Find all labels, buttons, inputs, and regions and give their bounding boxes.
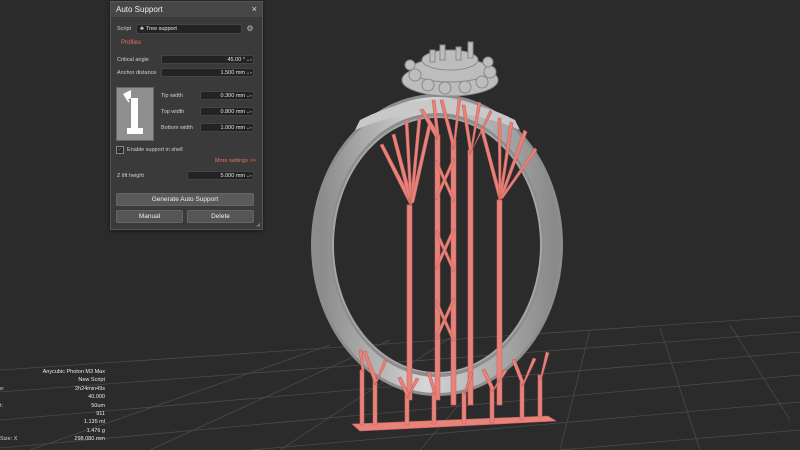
panel-titlebar[interactable]: Auto Support ×: [111, 2, 262, 17]
top-width-label: Top width: [161, 109, 185, 115]
resize-grip-icon[interactable]: ◢: [256, 222, 260, 228]
tip-width-input[interactable]: 0.300 mm ▲▼: [200, 91, 254, 100]
bottom-width-label: Bottom width: [161, 125, 193, 131]
info-value: 298.080 mm: [74, 436, 105, 443]
critical-angle-input[interactable]: 45.00 ° ▲▼: [161, 55, 254, 64]
support-diagram-icon: [116, 87, 154, 141]
info-row: Anycubic Photon M3 Max: [0, 369, 105, 377]
spinner-icon[interactable]: ▲▼: [247, 69, 253, 77]
top-width-value: 0.800 mm: [220, 108, 245, 115]
more-settings-link[interactable]: More settings >>: [215, 158, 256, 164]
top-width-input[interactable]: 0.800 mm ▲▼: [200, 107, 254, 116]
profiles-link[interactable]: Profiles: [121, 40, 141, 46]
info-row: 40.000: [0, 394, 105, 402]
script-select[interactable]: ♣ Tree support: [136, 24, 242, 34]
critical-angle-label: Critical angle: [117, 57, 149, 63]
tip-width-label: Tip width: [161, 93, 183, 99]
spinner-icon[interactable]: ▲▼: [247, 56, 253, 64]
bottom-width-input[interactable]: 1.000 mm ▲▼: [200, 123, 254, 132]
info-value: New Script: [78, 377, 105, 384]
critical-angle-value: 45.00 °: [227, 56, 246, 63]
manual-button[interactable]: Manual: [116, 210, 183, 223]
panel-title: Auto Support: [116, 5, 163, 14]
generate-auto-support-button[interactable]: Generate Auto Support: [116, 193, 254, 206]
checkbox-check-icon[interactable]: ✓: [116, 146, 124, 154]
info-value: 40.000: [88, 394, 105, 401]
info-value: 1.476 g: [86, 427, 105, 434]
info-key: Size: X: [0, 436, 18, 443]
info-value: Anycubic Photon M3 Max: [42, 369, 105, 375]
delete-button[interactable]: Delete: [187, 210, 254, 223]
spinner-icon[interactable]: ▲▼: [247, 92, 253, 100]
spinner-icon[interactable]: ▲▼: [247, 124, 253, 132]
enable-support-label: Enable support in shell: [127, 147, 183, 153]
info-value: 50um: [91, 402, 105, 409]
info-row: t: 50um: [0, 403, 105, 411]
info-value: 1.135 ml: [83, 419, 105, 426]
enable-support-checkbox[interactable]: ✓ Enable support in shell: [116, 146, 183, 154]
lift-height-input[interactable]: 5.000 mm ▲▼: [187, 171, 254, 180]
info-key: t:: [0, 402, 4, 409]
bottom-width-value: 1.000 mm: [220, 124, 245, 131]
script-label: Script: [117, 26, 132, 32]
anchor-distance-label: Anchor distance: [117, 70, 157, 76]
gear-icon[interactable]: ⚙: [245, 24, 255, 34]
info-key: e:: [0, 385, 5, 392]
anchor-distance-value: 1.500 mm: [220, 69, 245, 76]
tip-width-value: 0.300 mm: [220, 92, 245, 99]
info-row: 911: [0, 411, 105, 419]
script-value: Tree support: [145, 26, 177, 32]
anchor-distance-input[interactable]: 1.500 mm ▲▼: [161, 68, 254, 77]
info-value: 911: [96, 410, 105, 417]
spinner-icon[interactable]: ▲▼: [247, 108, 253, 116]
tree-icon: ♣: [140, 26, 144, 32]
info-row: 1.476 g: [0, 428, 105, 436]
close-icon[interactable]: ×: [252, 5, 257, 14]
lift-height-label: Z lift height: [117, 173, 144, 179]
info-value: 2h24min49s: [75, 385, 105, 392]
info-row: Size: X 298.080 mm: [0, 436, 105, 444]
info-row: New Script: [0, 377, 105, 385]
print-info-panel: Anycubic Photon M3 Max New Script e: 2h24mi…: [0, 369, 105, 445]
info-row: e: 2h24min49s: [0, 386, 105, 394]
lift-height-value: 5.000 mm: [220, 172, 245, 179]
auto-support-panel: Auto Support × Script ♣ Tree support ⚙ P…: [110, 1, 263, 230]
info-row: 1.135 ml: [0, 419, 105, 427]
spinner-icon[interactable]: ▲▼: [247, 172, 253, 180]
